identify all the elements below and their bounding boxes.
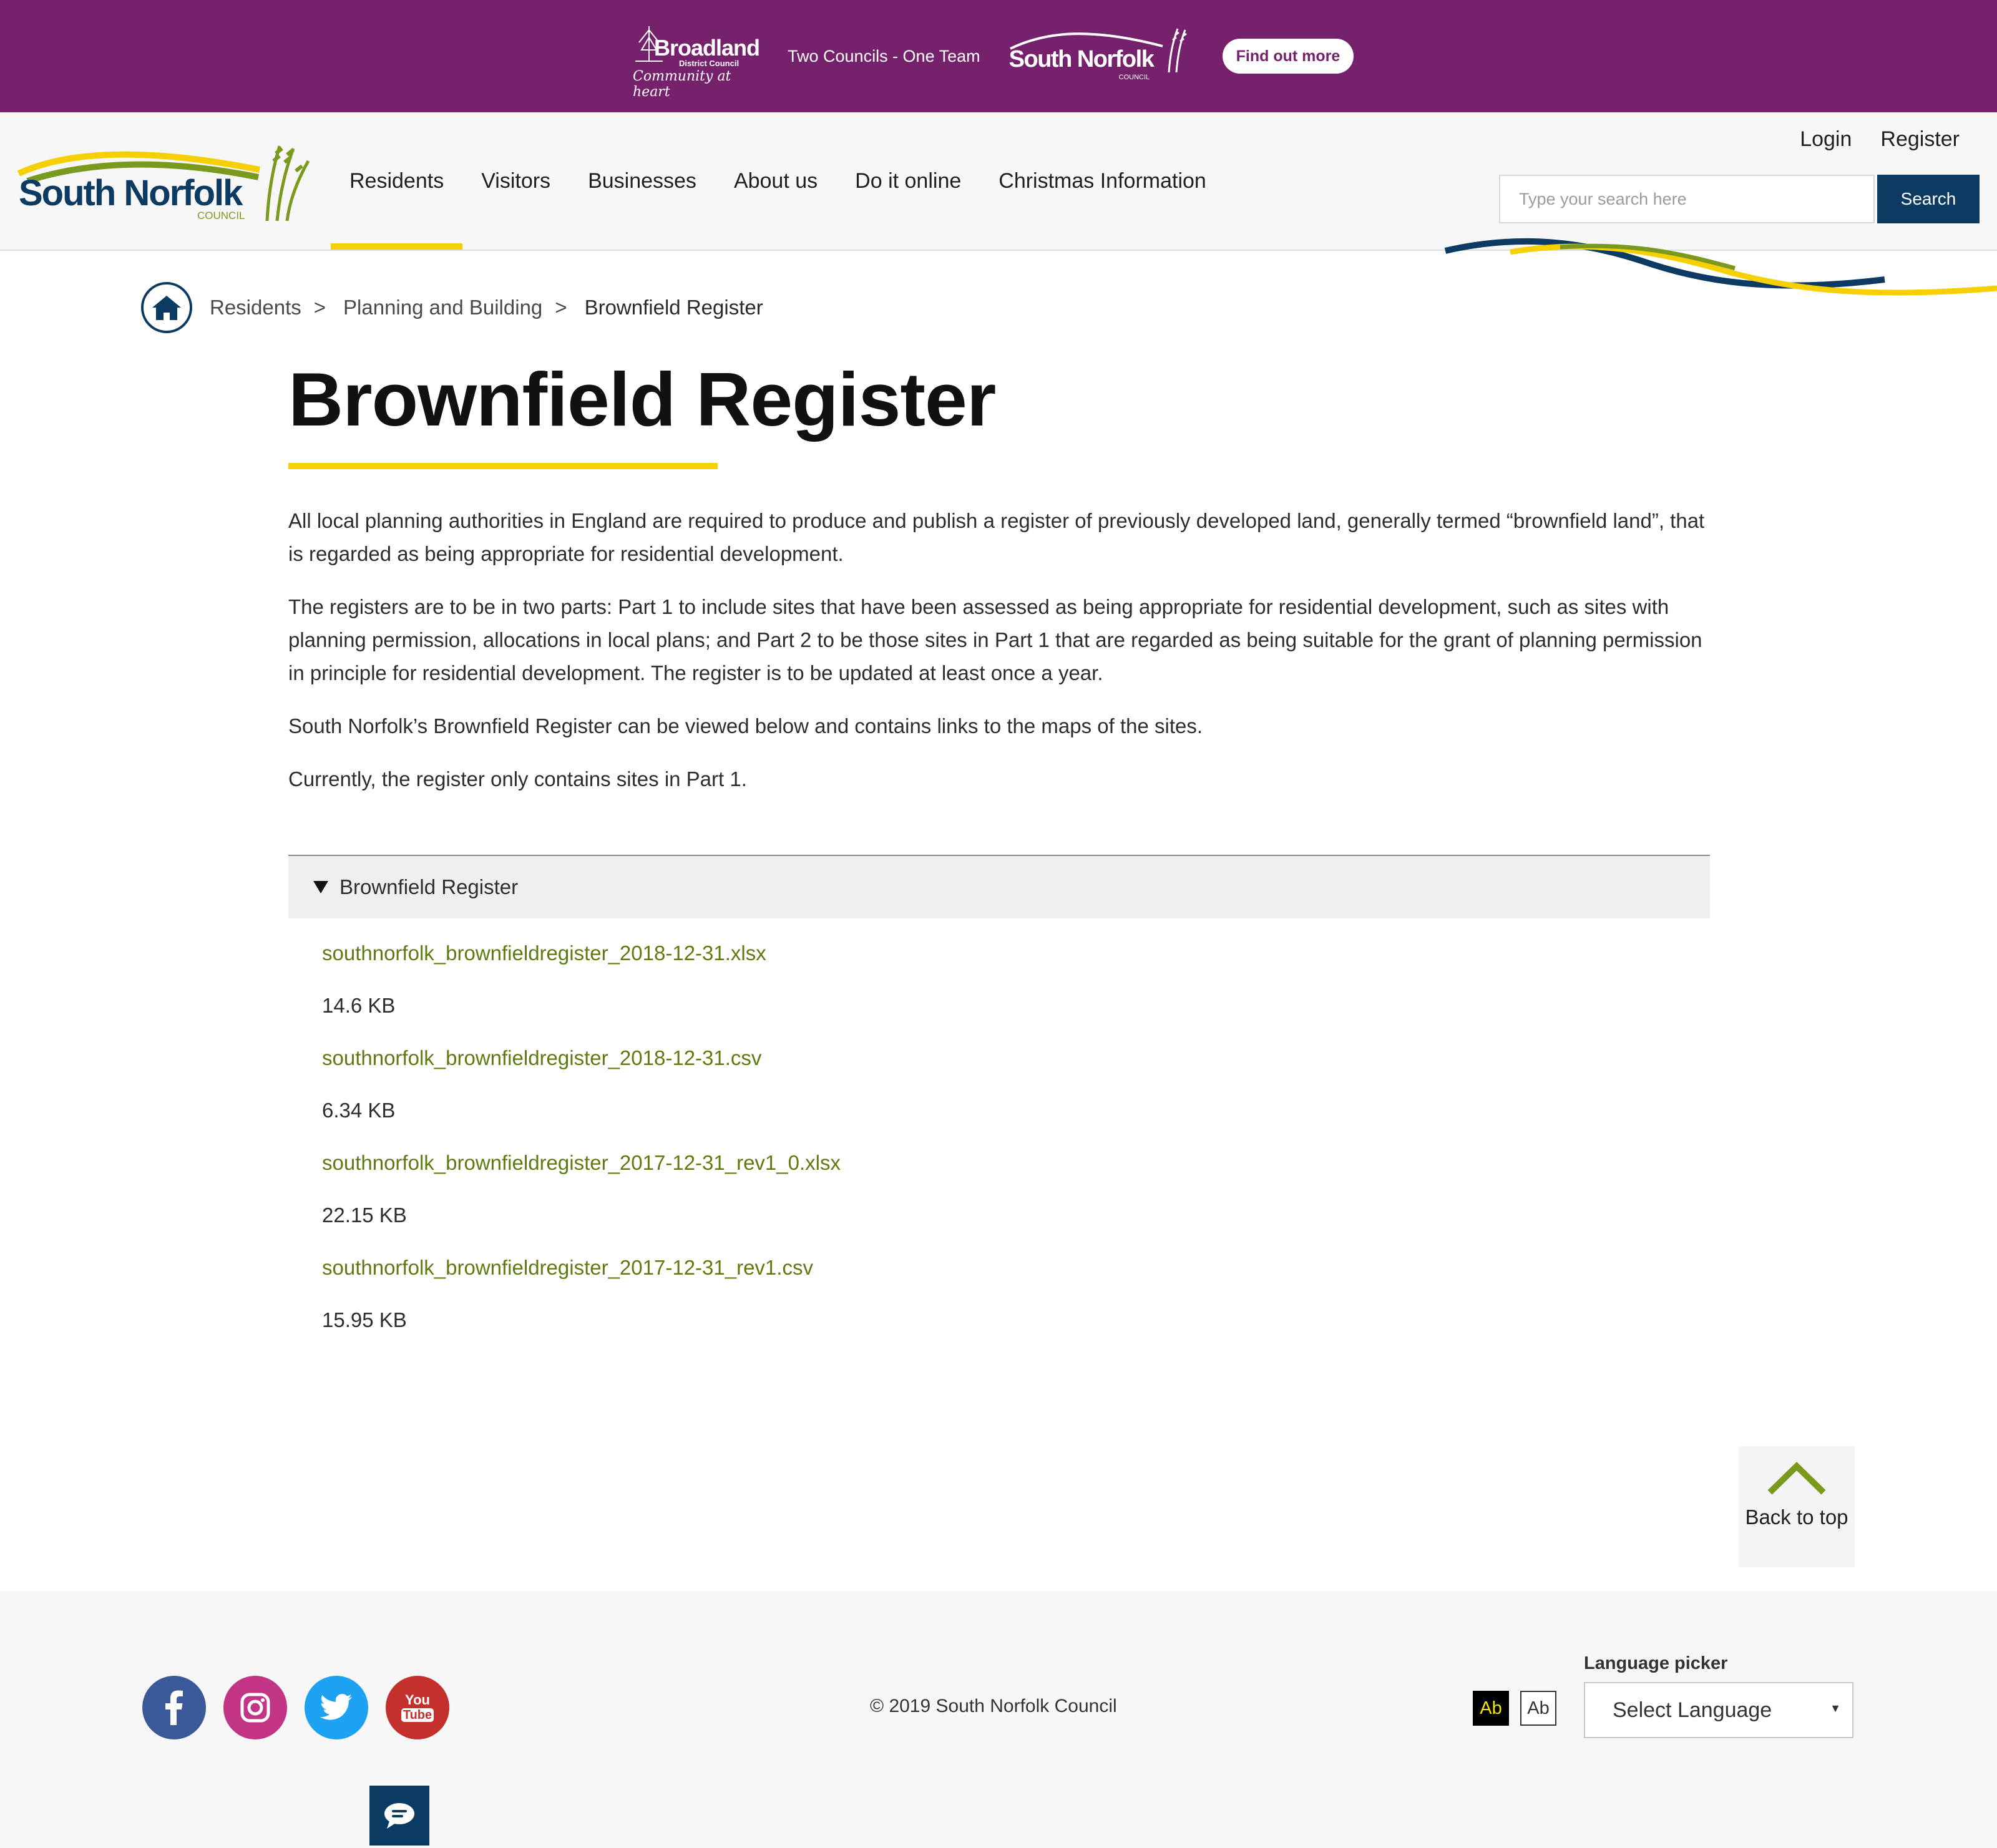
youtube-text-bottom: Tube bbox=[401, 1708, 434, 1722]
language-select-value: Select Language bbox=[1613, 1698, 1772, 1722]
brownfield-accordion: Brownfield Register southnorfolk_brownfi… bbox=[288, 855, 1710, 1346]
accordion-toggle[interactable]: Brownfield Register bbox=[288, 855, 1710, 918]
intro-paragraph: All local planning authorities in Englan… bbox=[288, 509, 1705, 565]
language-picker-label: Language picker bbox=[1584, 1653, 1728, 1673]
breadcrumb-current: Brownfield Register bbox=[584, 296, 763, 319]
nav-about-us[interactable]: About us bbox=[715, 112, 836, 250]
header-swoosh-icon bbox=[1444, 238, 1997, 296]
file-link[interactable]: southnorfolk_brownfieldregister_2018-12-… bbox=[322, 927, 1710, 980]
file-list: southnorfolk_brownfieldregister_2018-12-… bbox=[288, 918, 1710, 1346]
file-link[interactable]: southnorfolk_brownfieldregister_2017-12-… bbox=[322, 1242, 1710, 1294]
site-header: South Norfolk COUNCIL Residents Visitors… bbox=[0, 112, 1997, 251]
main-navigation: Residents Visitors Businesses About us D… bbox=[331, 112, 1225, 250]
breadcrumb-separator: > bbox=[555, 296, 567, 319]
account-links: Login Register bbox=[1800, 127, 1960, 152]
site-footer: You Tube © 2019 South Norfolk Council Ab… bbox=[0, 1591, 1997, 1848]
south-norfolk-promo-name: South Norfolk bbox=[1008, 46, 1155, 72]
search-input[interactable] bbox=[1499, 175, 1875, 223]
twitter-icon[interactable] bbox=[305, 1676, 368, 1739]
wheat-icon bbox=[1168, 28, 1187, 73]
file-size: 6.34 KB bbox=[322, 1099, 396, 1122]
page-title: Brownfield Register bbox=[288, 357, 996, 442]
file-size: 22.15 KB bbox=[322, 1204, 407, 1227]
logo-name: South Norfolk bbox=[19, 173, 243, 213]
search-button[interactable]: Search bbox=[1877, 175, 1980, 223]
triangle-down-icon bbox=[313, 881, 328, 893]
south-norfolk-promo-sub: COUNCIL bbox=[1118, 74, 1150, 81]
file-link[interactable]: southnorfolk_brownfieldregister_2018-12-… bbox=[322, 1032, 1710, 1084]
accordion-title: Brownfield Register bbox=[339, 875, 519, 898]
chat-icon bbox=[384, 1803, 414, 1829]
breadcrumb-separator: > bbox=[313, 296, 326, 319]
normal-contrast-button[interactable]: Ab bbox=[1520, 1691, 1556, 1726]
language-select[interactable]: Select Language ▼ bbox=[1584, 1682, 1853, 1738]
promo-banner: Broadland District Council Community at … bbox=[0, 0, 1997, 112]
intro-paragraph: Currently, the register only contains si… bbox=[288, 767, 747, 790]
copyright: © 2019 South Norfolk Council bbox=[870, 1696, 1117, 1716]
instagram-icon[interactable] bbox=[223, 1676, 287, 1739]
chat-button[interactable] bbox=[369, 1786, 429, 1846]
social-links: You Tube bbox=[142, 1676, 449, 1739]
register-link[interactable]: Register bbox=[1880, 127, 1960, 152]
south-norfolk-promo-logo[interactable]: South Norfolk COUNCIL bbox=[1009, 24, 1190, 89]
caret-down-icon: ▼ bbox=[1830, 1702, 1841, 1714]
breadcrumb-planning-and-building[interactable]: Planning and Building bbox=[343, 296, 542, 319]
nav-visitors[interactable]: Visitors bbox=[462, 112, 569, 250]
breadcrumb: Residents > Planning and Building > Brow… bbox=[141, 282, 763, 333]
breadcrumb-residents[interactable]: Residents bbox=[210, 296, 301, 319]
broadland-sub: District Council bbox=[679, 59, 740, 68]
login-link[interactable]: Login bbox=[1800, 127, 1852, 152]
high-contrast-button[interactable]: Ab bbox=[1473, 1691, 1509, 1726]
intro-paragraph: South Norfolk’s Brownfield Register can … bbox=[288, 714, 1203, 737]
south-norfolk-logo[interactable]: South Norfolk COUNCIL bbox=[15, 134, 315, 227]
youtube-text-top: You bbox=[405, 1692, 430, 1708]
nav-do-it-online[interactable]: Do it online bbox=[836, 112, 980, 250]
title-underline bbox=[288, 463, 718, 469]
intro-text: All local planning authorities in Englan… bbox=[288, 504, 1711, 815]
back-to-top-label: Back to top bbox=[1745, 1505, 1848, 1529]
youtube-icon[interactable]: You Tube bbox=[386, 1676, 449, 1739]
logo-sub: COUNCIL bbox=[197, 210, 245, 221]
file-size: 15.95 KB bbox=[322, 1308, 407, 1331]
broadland-name: Broadland bbox=[654, 35, 760, 61]
nav-christmas-information[interactable]: Christmas Information bbox=[980, 112, 1225, 250]
broadland-tagline: Community at heart bbox=[633, 69, 731, 100]
find-out-more-button[interactable]: Find out more bbox=[1222, 39, 1354, 74]
promo-tagline: Two Councils - One Team bbox=[788, 46, 980, 66]
home-icon[interactable] bbox=[141, 282, 192, 333]
file-link[interactable]: southnorfolk_brownfieldregister_2017-12-… bbox=[322, 1137, 1710, 1189]
intro-paragraph: The registers are to be in two parts: Pa… bbox=[288, 595, 1702, 684]
facebook-icon[interactable] bbox=[142, 1676, 206, 1739]
file-size: 14.6 KB bbox=[322, 994, 396, 1017]
chevron-up-icon bbox=[1767, 1462, 1826, 1495]
contrast-switcher: Ab Ab bbox=[1473, 1691, 1556, 1726]
search-form: Search bbox=[1499, 175, 1980, 223]
broadland-logo[interactable]: Broadland District Council Community at … bbox=[630, 24, 760, 100]
nav-residents[interactable]: Residents bbox=[331, 112, 463, 250]
nav-businesses[interactable]: Businesses bbox=[569, 112, 715, 250]
back-to-top-button[interactable]: Back to top bbox=[1739, 1446, 1855, 1567]
